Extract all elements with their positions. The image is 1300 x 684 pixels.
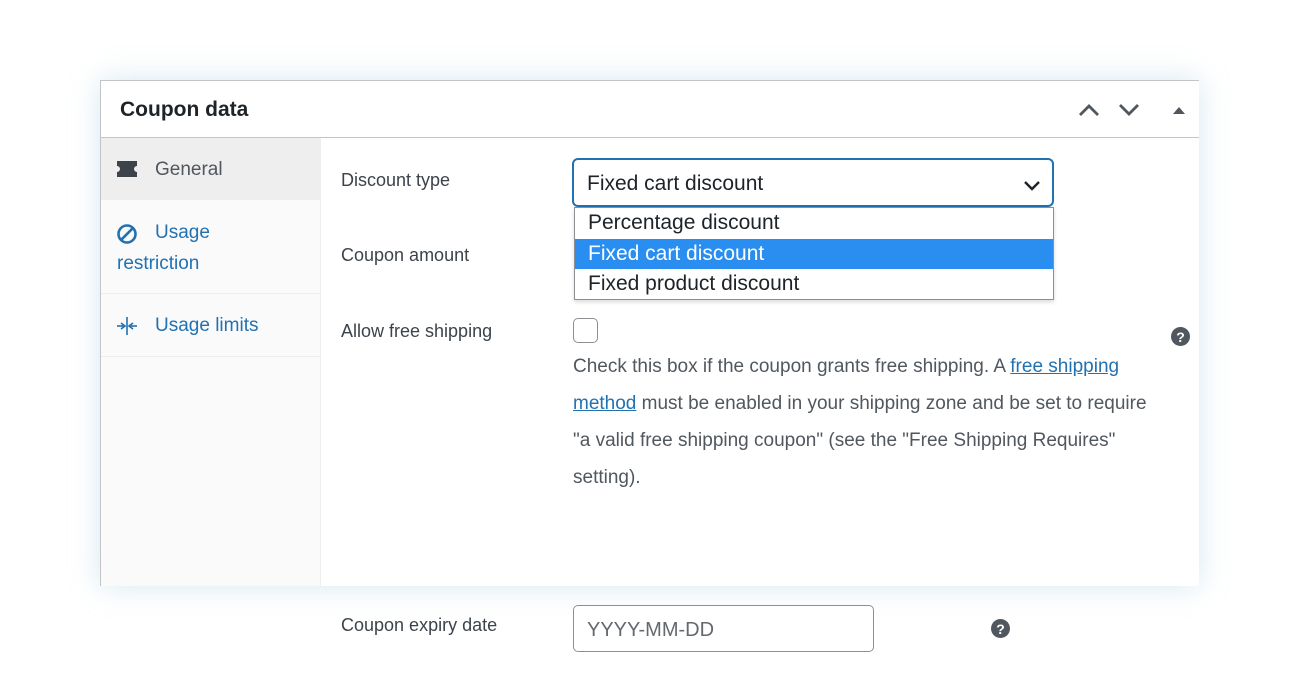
chevron-down-icon <box>1022 174 1042 198</box>
discount-type-label: Discount type <box>341 170 451 190</box>
triangle-up-icon[interactable] <box>1165 97 1193 123</box>
option-percentage-discount[interactable]: Percentage discount <box>575 208 1053 239</box>
option-fixed-product-discount[interactable]: Fixed product discount <box>575 269 1053 300</box>
tab-usage-restriction-label-2: restriction <box>117 253 200 274</box>
free-shipping-checkbox[interactable] <box>573 318 598 343</box>
free-shipping-desc-text-2: must be enabled in your shipping zone an… <box>573 393 1147 488</box>
discount-type-select[interactable]: Fixed cart discount <box>572 158 1054 207</box>
no-entry-icon <box>116 223 138 245</box>
panel-title: Coupon data <box>120 98 249 121</box>
chevron-up-icon[interactable] <box>1075 97 1103 123</box>
discount-type-options: Percentage discount Fixed cart discount … <box>574 207 1054 300</box>
free-shipping-desc-text: Check this box if the coupon grants free… <box>573 356 1011 377</box>
option-fixed-cart-discount[interactable]: Fixed cart discount <box>575 238 1053 269</box>
discount-type-value: Fixed cart discount <box>587 172 764 195</box>
help-icon[interactable]: ? <box>991 619 1010 638</box>
expiry-date-input[interactable]: YYYY-MM-DD <box>573 605 874 652</box>
free-shipping-label: Allow free shipping <box>341 321 493 341</box>
coupon-data-panel: Coupon data General Usage restriction Us… <box>100 80 1199 652</box>
tab-usage-restriction[interactable]: Usage restriction <box>101 200 320 294</box>
free-shipping-description: Check this box if the coupon grants free… <box>573 348 1163 496</box>
collapse-arrows-icon <box>116 316 138 336</box>
tab-usage-limits[interactable]: Usage limits <box>101 294 320 357</box>
expiry-date-label: Coupon expiry date <box>341 615 498 635</box>
help-icon[interactable]: ? <box>1171 327 1190 346</box>
tab-usage-limits-label: Usage limits <box>155 315 259 336</box>
tab-general-label: General <box>155 159 223 180</box>
panel-header: Coupon data <box>101 81 1199 138</box>
chevron-down-icon[interactable] <box>1115 97 1143 123</box>
general-options: Discount type Fixed cart discount Coupon… <box>322 138 1199 652</box>
coupon-tabs: General Usage restriction Usage limits <box>101 138 321 586</box>
coupon-amount-label: Coupon amount <box>341 245 470 265</box>
tab-usage-restriction-label-1: Usage <box>155 222 210 243</box>
ticket-icon <box>116 160 138 178</box>
tab-general[interactable]: General <box>101 138 320 200</box>
